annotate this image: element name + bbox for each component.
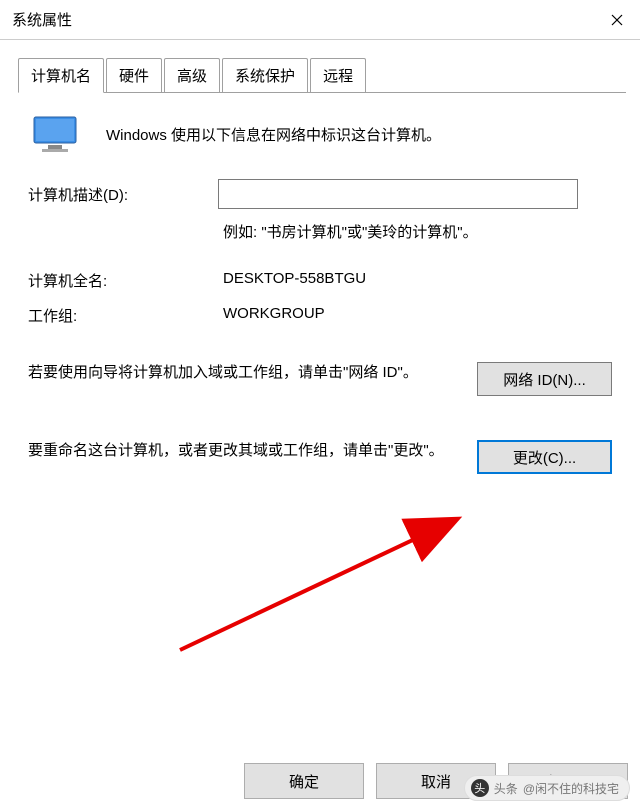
network-id-button[interactable]: 网络 ID(N)... (477, 362, 612, 396)
tab-advanced[interactable]: 高级 (164, 58, 220, 92)
workgroup-row: 工作组: WORKGROUP (28, 305, 612, 326)
network-id-row: 若要使用向导将计算机加入域或工作组，请单击"网络 ID"。 网络 ID(N)..… (28, 360, 612, 396)
ok-button[interactable]: 确定 (244, 763, 364, 799)
watermark: 头 头条 @闲不住的科技宅 (464, 775, 630, 801)
tab-computer-name[interactable]: 计算机名 (18, 58, 104, 93)
description-example: 例如: "书房计算机"或"美玲的计算机"。 (223, 221, 612, 242)
fullname-row: 计算机全名: DESKTOP-558BTGU (28, 270, 612, 291)
dialog-content: 计算机名 硬件 高级 系统保护 远程 Windows 使用以下信息在网络中标识这… (0, 40, 640, 484)
watermark-avatar-icon: 头 (471, 779, 489, 797)
intro-text: Windows 使用以下信息在网络中标识这台计算机。 (106, 124, 441, 145)
tab-system-protection[interactable]: 系统保护 (222, 58, 308, 92)
annotation-arrow-icon (160, 500, 480, 660)
workgroup-value: WORKGROUP (223, 305, 325, 326)
description-input[interactable] (218, 179, 578, 209)
intro-row: Windows 使用以下信息在网络中标识这台计算机。 (28, 115, 612, 153)
description-row: 计算机描述(D): (28, 179, 612, 209)
fullname-value: DESKTOP-558BTGU (223, 270, 366, 291)
monitor-icon (32, 115, 78, 153)
watermark-author: @闲不住的科技宅 (523, 780, 619, 797)
close-icon (611, 14, 623, 26)
fullname-label: 计算机全名: (28, 270, 223, 291)
tab-remote[interactable]: 远程 (310, 58, 366, 92)
network-id-text: 若要使用向导将计算机加入域或工作组，请单击"网络 ID"。 (28, 360, 477, 386)
tab-hardware[interactable]: 硬件 (106, 58, 162, 92)
workgroup-label: 工作组: (28, 305, 223, 326)
computer-name-panel: Windows 使用以下信息在网络中标识这台计算机。 计算机描述(D): 例如:… (14, 93, 626, 484)
close-button[interactable] (594, 0, 640, 40)
titlebar: 系统属性 (0, 0, 640, 40)
change-text: 要重命名这台计算机，或者更改其域或工作组，请单击"更改"。 (28, 438, 477, 464)
watermark-prefix: 头条 (494, 780, 518, 797)
tab-strip: 计算机名 硬件 高级 系统保护 远程 (18, 58, 626, 93)
change-row: 要重命名这台计算机，或者更改其域或工作组，请单击"更改"。 更改(C)... (28, 438, 612, 474)
description-label: 计算机描述(D): (28, 184, 218, 205)
window-title: 系统属性 (12, 9, 72, 30)
change-button[interactable]: 更改(C)... (477, 440, 612, 474)
